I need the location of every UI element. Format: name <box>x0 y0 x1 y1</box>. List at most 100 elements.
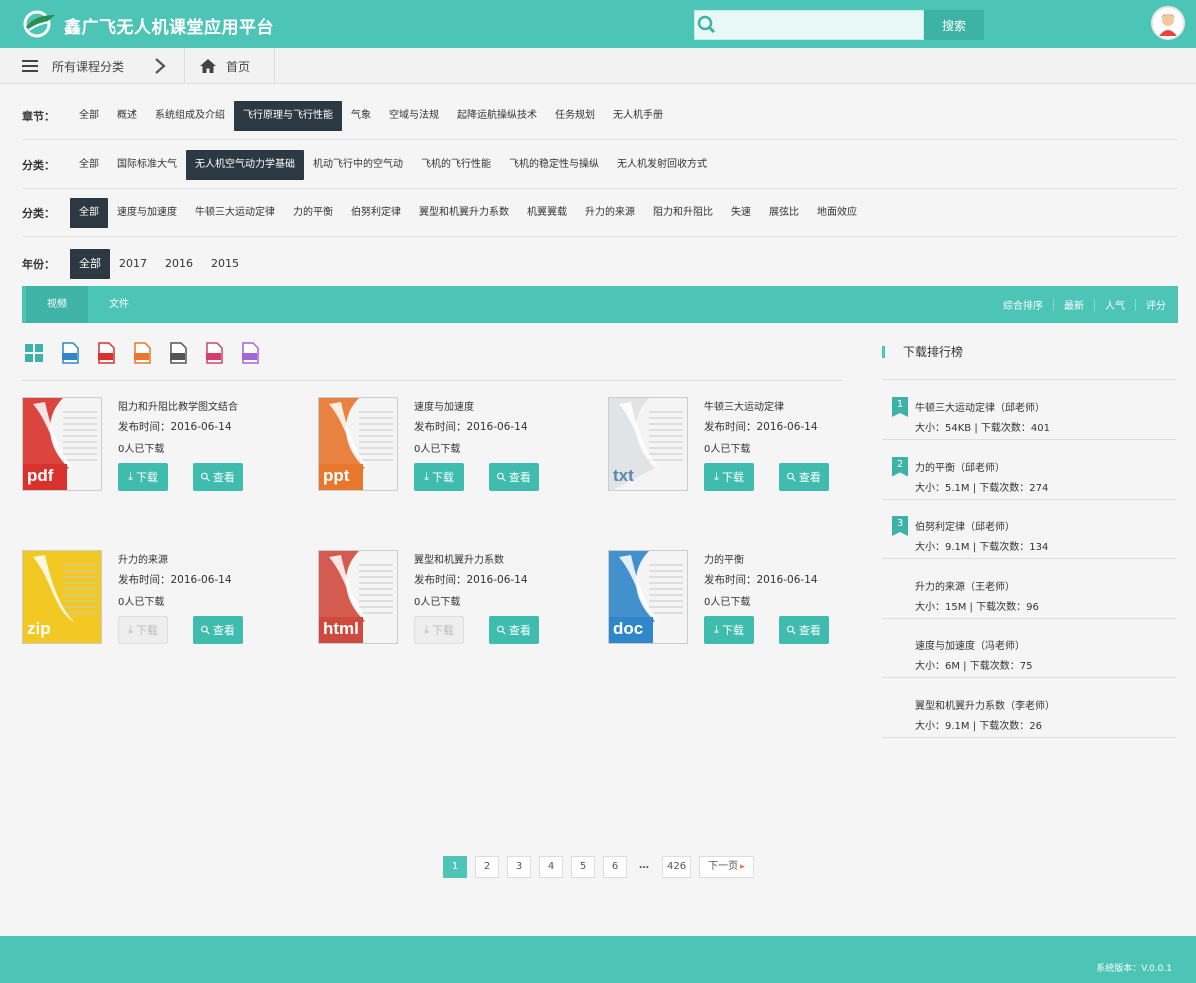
avatar[interactable] <box>1151 6 1185 40</box>
chapter-filter-item[interactable]: 无人机手册 <box>604 101 672 131</box>
year-filter-item[interactable]: 2017 <box>110 249 156 279</box>
page-button-last[interactable]: 426 <box>662 856 692 878</box>
view-button[interactable]: ⚲ 查看 <box>193 616 243 644</box>
chapter-filter-item[interactable]: 概述 <box>108 101 146 131</box>
file-title[interactable]: 阻力和升阻比教学图文结合 <box>118 398 238 413</box>
chapter-filter-item[interactable]: 系统组成及介绍 <box>146 101 234 131</box>
subcategory-filter-item[interactable]: 力的平衡 <box>284 198 342 228</box>
subcategory-filter-item[interactable]: 牛顿三大运动定律 <box>186 198 284 228</box>
file-title[interactable]: 升力的来源 <box>118 551 168 566</box>
page-button[interactable]: 2 <box>475 856 499 878</box>
ranking-item-title[interactable]: 速度与加速度（冯老师） <box>915 637 1025 652</box>
file-card: html 翼型和机翼升力系数 发布时间：2016-06-14 0人已下载 ⤓ 下载 ⚲ 查看 <box>318 550 568 650</box>
ranking-item-title[interactable]: 翼型和机翼升力系数（李老师） <box>915 697 1055 712</box>
year-filter-item[interactable]: 全部 <box>70 249 110 279</box>
ranking-item[interactable]: 2 力的平衡（邱老师） 大小：5.1M | 下载次数：274 <box>882 441 1176 500</box>
file-thumbnail[interactable]: pdf <box>22 397 102 491</box>
file-thumbnail[interactable]: ppt <box>318 397 398 491</box>
menu-icon <box>22 60 38 72</box>
file-title[interactable]: 牛顿三大运动定律 <box>704 398 784 413</box>
chapter-filter-item[interactable]: 任务规划 <box>546 101 604 131</box>
ranking-item-title[interactable]: 力的平衡（邱老师） <box>915 459 1005 474</box>
sort-link[interactable]: 最新 <box>1064 297 1084 312</box>
category-filter-item[interactable]: 国际标准大气 <box>108 150 186 180</box>
subcategory-filter-item[interactable]: 阻力和升阻比 <box>644 198 722 228</box>
download-label: 下载 <box>721 624 744 637</box>
ranking-item[interactable]: 3 伯努利定律（邱老师） 大小：9.1M | 下载次数：134 <box>882 500 1176 559</box>
year-filter-item[interactable]: 2016 <box>156 249 202 279</box>
year-filter-item[interactable]: 2015 <box>202 249 248 279</box>
download-button[interactable]: ⤓ 下载 <box>414 463 464 491</box>
pdf-icon[interactable] <box>96 342 116 364</box>
all-categories-menu[interactable]: 所有课程分类 <box>22 48 124 84</box>
page-button[interactable]: 1 <box>443 856 467 878</box>
ranking-item[interactable]: 1 牛顿三大运动定律（邱老师） 大小：54KB | 下载次数：401 <box>882 381 1176 440</box>
ranking-item-title[interactable]: 伯努利定律（邱老师） <box>915 518 1015 533</box>
ranking-item[interactable]: 升力的来源（王老师） 大小：15M | 下载次数：96 <box>882 560 1176 619</box>
breadcrumb-divider <box>274 48 275 84</box>
chapter-filter-item[interactable]: 飞行原理与飞行性能 <box>234 100 342 131</box>
chapter-filter-item[interactable]: 起降运航操纵技术 <box>448 101 546 131</box>
view-button[interactable]: ⚲ 查看 <box>779 616 829 644</box>
view-button[interactable]: ⚲ 查看 <box>489 463 539 491</box>
breadcrumb-home[interactable]: 首页 <box>200 48 250 84</box>
subcategory-filter-item[interactable]: 速度与加速度 <box>108 198 186 228</box>
view-button[interactable]: ⚲ 查看 <box>193 463 243 491</box>
view-button[interactable]: ⚲ 查看 <box>779 463 829 491</box>
chapter-filter-item[interactable]: 全部 <box>70 101 108 131</box>
subcategory-filter-item[interactable]: 翼型和机翼升力系数 <box>410 198 518 228</box>
category-filter-item[interactable]: 全部 <box>70 150 108 180</box>
file-title[interactable]: 翼型和机翼升力系数 <box>414 551 504 566</box>
subcategory-filter-item[interactable]: 伯努利定律 <box>342 198 410 228</box>
ranking-item-title[interactable]: 牛顿三大运动定律（邱老师） <box>915 399 1045 414</box>
download-button[interactable]: ⤓ 下载 <box>118 616 168 644</box>
sort-link[interactable]: 综合排序 <box>1003 297 1043 312</box>
search-input[interactable] <box>721 11 923 39</box>
page-button[interactable]: 3 <box>507 856 531 878</box>
subcategory-filter-item[interactable]: 地面效应 <box>808 198 866 228</box>
ppt-icon[interactable] <box>132 342 152 364</box>
sort-link[interactable]: 评分 <box>1146 297 1166 312</box>
tab-video[interactable]: 视频 <box>26 286 88 323</box>
file-thumbnail[interactable]: html <box>318 550 398 644</box>
grid-icon[interactable] <box>24 342 44 364</box>
subcategory-filter-item[interactable]: 机翼翼载 <box>518 198 576 228</box>
chapter-filter-item[interactable]: 气象 <box>342 101 380 131</box>
file-title[interactable]: 力的平衡 <box>704 551 744 566</box>
sort-link[interactable]: 人气 <box>1105 297 1125 312</box>
zip-icon[interactable] <box>240 342 260 364</box>
file-title[interactable]: 速度与加速度 <box>414 398 474 413</box>
file-thumbnail[interactable]: txt <box>608 397 688 491</box>
download-button[interactable]: ⤓ 下载 <box>118 463 168 491</box>
subcategory-filter-item[interactable]: 升力的来源 <box>576 198 644 228</box>
page-button[interactable]: 5 <box>571 856 595 878</box>
download-button[interactable]: ⤓ 下载 <box>704 616 754 644</box>
subcategory-filter-item[interactable]: 全部 <box>70 197 108 228</box>
ranking-item[interactable]: 速度与加速度（冯老师） 大小：6M | 下载次数：75 <box>882 619 1176 678</box>
page-button[interactable]: 4 <box>539 856 563 878</box>
search-button[interactable]: 搜索 <box>924 10 984 40</box>
subcategory-filter-item[interactable]: 失速 <box>722 198 760 228</box>
top-bar: 鑫广飞无人机课堂应用平台 搜索 <box>0 0 1196 48</box>
category-filter-item[interactable]: 机动飞行中的空气动 <box>304 150 412 180</box>
subcategory-filter-item[interactable]: 展弦比 <box>760 198 808 228</box>
download-button[interactable]: ⤓ 下载 <box>414 616 464 644</box>
file-thumbnail[interactable]: zip <box>22 550 102 644</box>
ranking-item[interactable]: 翼型和机翼升力系数（李老师） 大小：9.1M | 下载次数：26 <box>882 679 1176 738</box>
download-button[interactable]: ⤓ 下载 <box>704 463 754 491</box>
doc-icon[interactable] <box>60 342 80 364</box>
category-filter-item[interactable]: 飞机的飞行性能 <box>412 150 500 180</box>
view-button[interactable]: ⚲ 查看 <box>489 616 539 644</box>
home-icon <box>200 59 216 73</box>
txt-icon[interactable] <box>168 342 188 364</box>
category-filter-item[interactable]: 无人机发射回收方式 <box>608 150 716 180</box>
tab-file[interactable]: 文件 <box>88 286 150 323</box>
file-thumbnail[interactable]: doc <box>608 550 688 644</box>
ranking-item-title[interactable]: 升力的来源（王老师） <box>915 578 1015 593</box>
html-icon[interactable] <box>204 342 224 364</box>
category-filter-item[interactable]: 飞机的稳定性与操纵 <box>500 150 608 180</box>
category-filter-item[interactable]: 无人机空气动力学基础 <box>186 149 304 180</box>
chapter-filter-item[interactable]: 空域与法规 <box>380 101 448 131</box>
page-button[interactable]: 6 <box>603 856 627 878</box>
next-page-button[interactable]: 下一页 ▸ <box>699 856 754 878</box>
